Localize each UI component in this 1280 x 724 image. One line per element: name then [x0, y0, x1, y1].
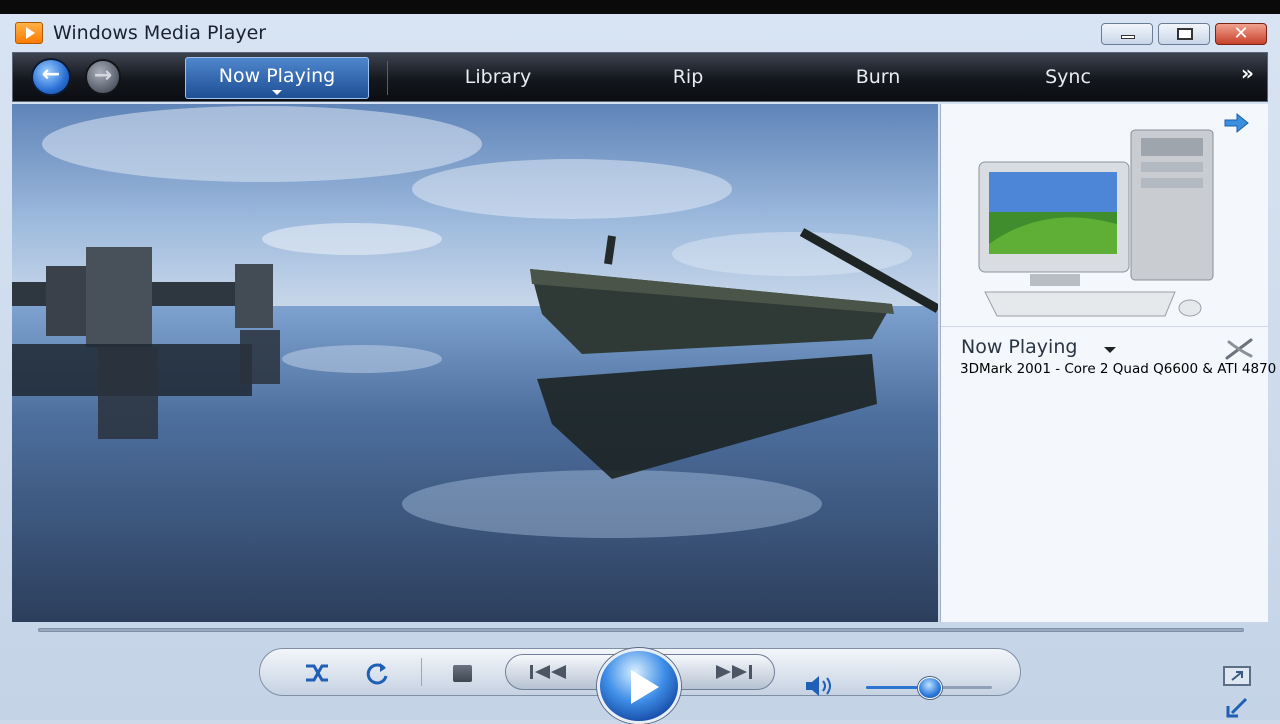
controls-divider — [421, 658, 422, 686]
switch-to-skin-icon[interactable] — [1222, 665, 1252, 687]
video-area[interactable] — [12, 104, 938, 622]
forward-button[interactable]: → — [85, 59, 121, 95]
window-title: Windows Media Player — [53, 22, 267, 44]
repeat-icon[interactable] — [362, 660, 392, 686]
volume-slider-thumb[interactable] — [918, 677, 942, 699]
clear-list-icon[interactable] — [1223, 336, 1255, 360]
close-icon: ✕ — [1233, 23, 1249, 44]
back-arrow-icon: ← — [41, 62, 61, 87]
close-button[interactable]: ✕ — [1215, 23, 1267, 45]
tab-sync[interactable]: Sync — [1018, 53, 1118, 101]
chevron-down-icon[interactable] — [1104, 347, 1116, 353]
maximize-icon — [1177, 28, 1193, 40]
minimize-icon — [1121, 35, 1135, 39]
tab-burn[interactable]: Burn — [828, 53, 928, 101]
computer-icon — [978, 129, 1214, 317]
next-icon[interactable] — [706, 663, 754, 681]
maximize-button[interactable] — [1158, 23, 1210, 45]
screen-top-strip — [0, 0, 1280, 14]
play-button[interactable] — [597, 648, 681, 724]
title-bar[interactable]: Windows Media Player ✕ — [0, 14, 1280, 52]
nav-divider — [387, 61, 388, 95]
pane-divider — [941, 326, 1269, 327]
previous-icon[interactable] — [528, 663, 576, 681]
chevron-down-icon[interactable] — [272, 90, 282, 95]
video-frame — [12, 104, 938, 622]
now-playing-title[interactable]: Now Playing — [961, 336, 1077, 358]
tab-now-playing[interactable]: Now Playing — [185, 57, 369, 99]
navigation-bar: ← → Now Playing Library Rip Burn Sync » — [12, 52, 1268, 102]
back-button[interactable]: ← — [31, 58, 71, 96]
list-item[interactable]: 3DMark 2001 - Core 2 Quad Q6600 & ATI 48… — [960, 361, 1276, 377]
switch-to-compact-icon[interactable] — [1224, 696, 1250, 720]
media-player-icon — [15, 22, 43, 44]
stop-button[interactable] — [453, 665, 472, 682]
more-tabs-icon[interactable]: » — [1241, 61, 1254, 85]
minimize-button[interactable] — [1101, 23, 1153, 45]
tab-label: Now Playing — [218, 65, 336, 87]
tab-rip[interactable]: Rip — [638, 53, 738, 101]
forward-arrow-icon: → — [93, 63, 113, 88]
volume-icon[interactable] — [804, 674, 834, 698]
arrow-right-icon[interactable] — [1223, 112, 1249, 134]
tab-library[interactable]: Library — [433, 53, 563, 101]
shuffle-icon[interactable] — [302, 660, 332, 686]
seek-bar[interactable] — [38, 628, 1244, 632]
media-player-window: Windows Media Player ✕ ← → Now Playing L… — [0, 14, 1280, 724]
now-playing-pane: Now Playing 3DMark 2001 - Core 2 Quad Q6… — [940, 104, 1276, 622]
